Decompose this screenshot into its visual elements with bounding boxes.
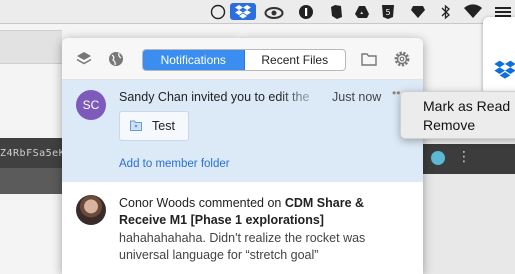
status-circle-icon[interactable] xyxy=(208,3,228,20)
menu-bar: 5 xyxy=(0,0,515,24)
svg-text:5: 5 xyxy=(385,8,390,17)
notification-verb: commented on xyxy=(198,196,282,210)
html5-icon[interactable]: 5 xyxy=(378,3,398,20)
background-code-text: Z4RbFSa5eK xyxy=(0,148,66,159)
folder-icon[interactable] xyxy=(360,50,378,68)
comment-body: hahahahahaha. Didn't realize the rocket … xyxy=(119,231,366,262)
avatar: SC xyxy=(76,90,106,120)
popover-header: Notifications Recent Files xyxy=(62,38,423,80)
background-right-toolbar: ⋮ xyxy=(423,144,515,174)
tab-recent-files[interactable]: Recent Files xyxy=(245,50,346,70)
evernote-icon[interactable] xyxy=(326,3,346,20)
context-menu: Mark as Read Remove xyxy=(400,91,515,139)
google-drive-icon[interactable] xyxy=(352,3,372,20)
layers-icon[interactable] xyxy=(75,50,93,68)
shared-folder-icon xyxy=(130,120,142,131)
notification-timestamp: Just now xyxy=(332,90,382,104)
notification-item-invite[interactable]: SC Sandy Chan invited you to edit the Ju… xyxy=(62,80,423,182)
add-to-member-folder-link[interactable]: Add to member folder xyxy=(119,158,230,170)
globe-icon[interactable] xyxy=(107,50,125,68)
sketch-icon[interactable] xyxy=(408,3,428,20)
onepassword-icon[interactable] xyxy=(296,3,316,20)
menu-item-mark-as-read[interactable]: Mark as Read xyxy=(423,98,510,114)
wifi-icon[interactable] xyxy=(462,3,484,20)
gear-icon[interactable] xyxy=(393,50,411,68)
dropbox-logo-icon xyxy=(494,60,515,79)
tab-notifications[interactable]: Notifications xyxy=(143,50,245,70)
background-right-panel xyxy=(423,174,515,274)
avatar xyxy=(76,195,106,225)
notification-text: Sandy Chan invited you to edit the xyxy=(119,90,310,104)
notification-title: Conor Woods commented on CDM Share & Rec… xyxy=(119,195,379,229)
dropbox-app-window xyxy=(483,17,515,95)
file-chip[interactable]: Test xyxy=(119,111,189,141)
creative-cloud-icon[interactable] xyxy=(262,3,286,20)
more-vertical-icon[interactable]: ⋮ xyxy=(457,148,471,165)
popover-tabs: Notifications Recent Files xyxy=(142,49,346,71)
menu-item-remove[interactable]: Remove xyxy=(423,117,475,133)
background-dark-panel-lower xyxy=(0,168,62,194)
react-icon xyxy=(431,151,445,165)
dropbox-popover: Notifications Recent Files SC Sandy Chan… xyxy=(62,38,423,274)
bluetooth-icon[interactable] xyxy=(438,3,454,20)
author-name: Conor Woods xyxy=(119,196,196,210)
file-name: Test xyxy=(152,119,175,133)
dropbox-icon[interactable] xyxy=(230,3,256,20)
notification-item-comment[interactable]: Conor Woods commented on CDM Share & Rec… xyxy=(62,183,423,274)
background-toolbar xyxy=(0,30,62,64)
